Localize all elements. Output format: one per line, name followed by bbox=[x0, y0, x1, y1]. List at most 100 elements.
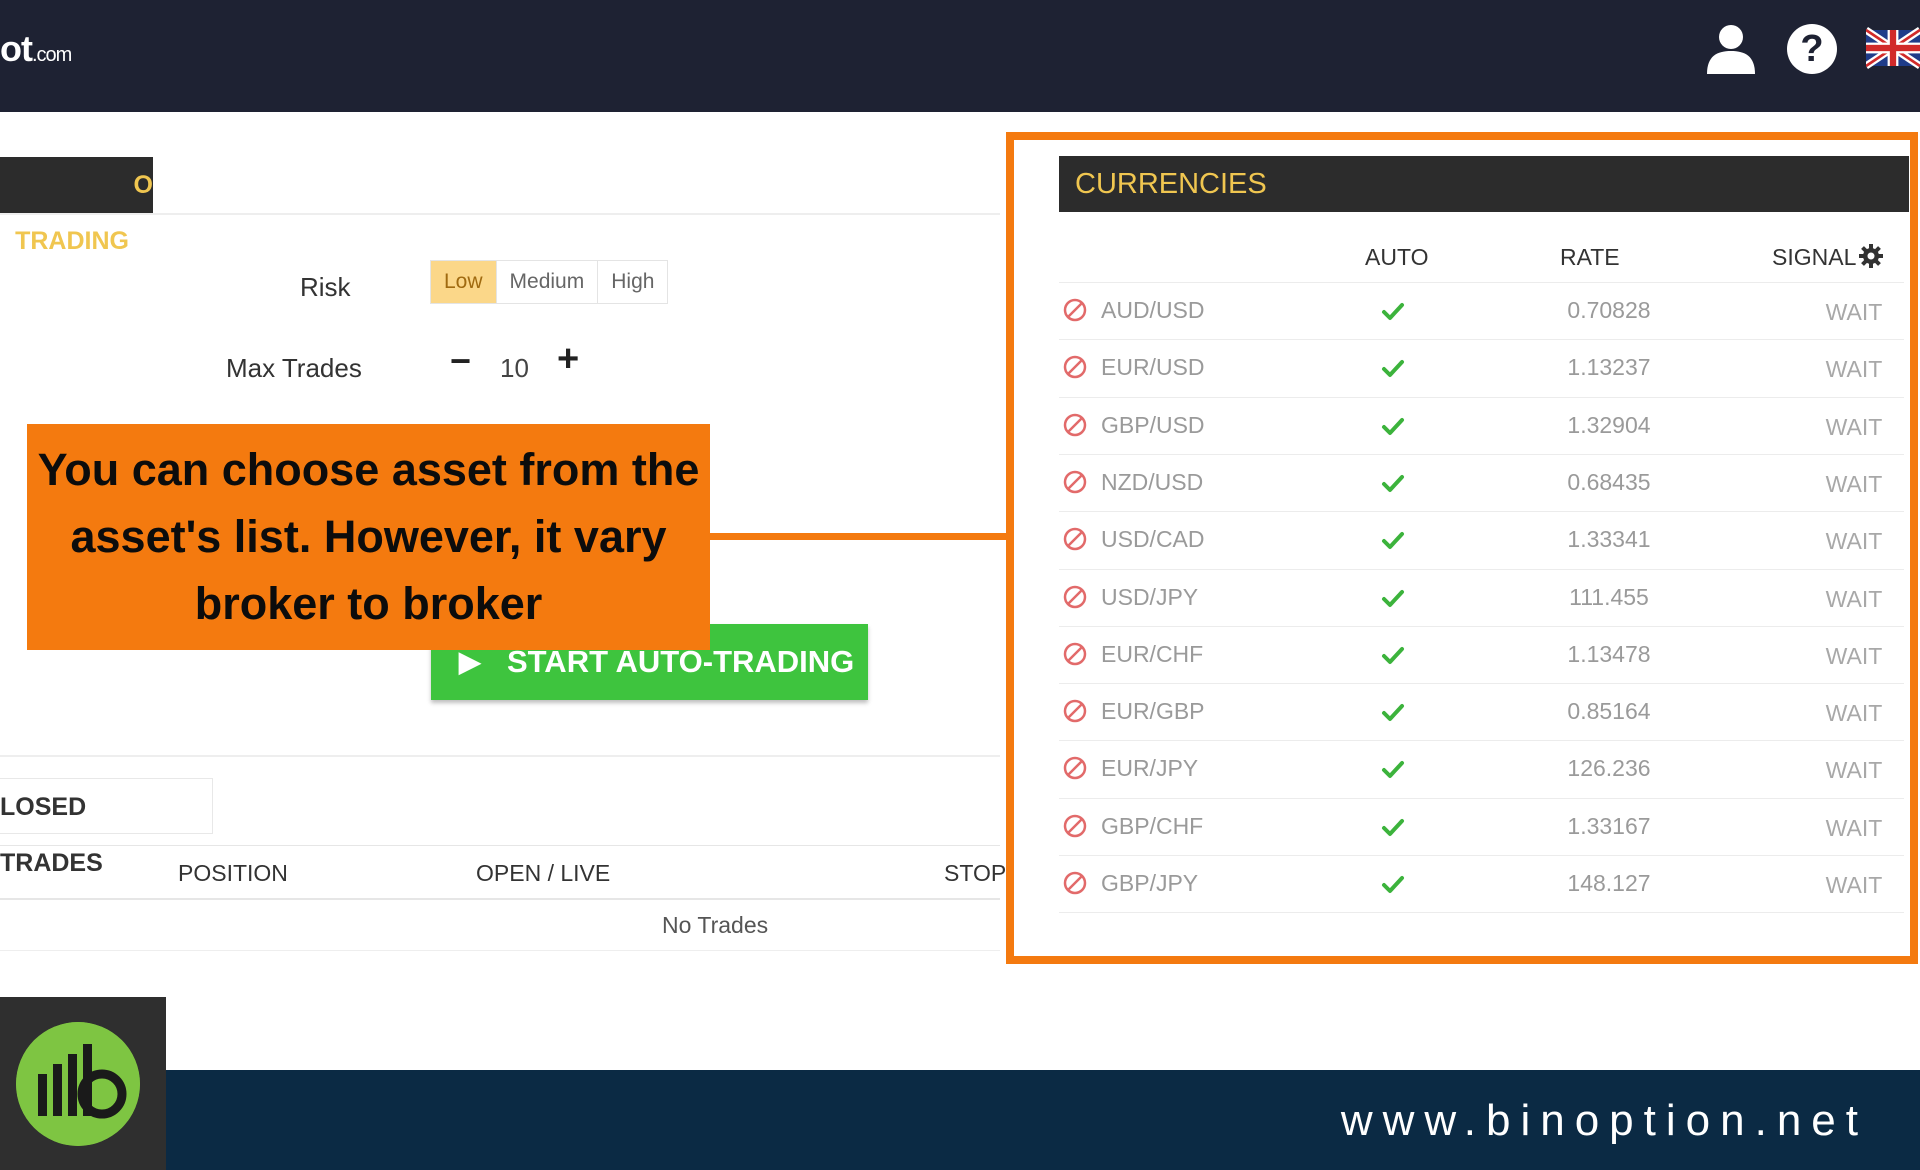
closed-tab-divider bbox=[0, 845, 1000, 846]
currency-pair: EUR/GBP bbox=[1101, 698, 1205, 725]
currency-pair: USD/CAD bbox=[1101, 526, 1205, 553]
max-trades-label: Max Trades bbox=[226, 353, 362, 383]
column-header-signal: SIGNAL bbox=[1772, 244, 1857, 270]
check-icon[interactable] bbox=[1379, 584, 1407, 612]
user-icon[interactable] bbox=[1703, 20, 1759, 76]
currency-row[interactable]: USD/CAD 1.33341 WAIT bbox=[1059, 511, 1904, 569]
risk-selector: Low Medium High bbox=[430, 260, 669, 304]
disabled-icon[interactable] bbox=[1062, 755, 1088, 781]
check-icon[interactable] bbox=[1379, 755, 1407, 783]
disabled-icon[interactable] bbox=[1062, 412, 1088, 438]
currency-rate: 1.13478 bbox=[1567, 640, 1651, 667]
currency-pair: GBP/CHF bbox=[1101, 812, 1204, 839]
check-icon[interactable] bbox=[1379, 870, 1407, 898]
top-bar: ot.com ? bbox=[0, 0, 1920, 112]
currency-pair: GBP/JPY bbox=[1101, 870, 1199, 896]
disabled-icon[interactable] bbox=[1062, 526, 1088, 552]
check-icon[interactable] bbox=[1379, 641, 1407, 669]
currency-row[interactable]: USD/JPY 111.455 WAIT bbox=[1059, 568, 1904, 627]
check-icon[interactable] bbox=[1379, 297, 1407, 325]
check-icon[interactable] bbox=[1379, 526, 1407, 554]
logo-text: ot bbox=[0, 28, 33, 69]
currency-pair: EUR/USD bbox=[1101, 354, 1205, 381]
currency-signal: WAIT bbox=[1825, 872, 1883, 898]
currency-signal: WAIT bbox=[1825, 814, 1883, 841]
section-divider bbox=[0, 755, 1000, 757]
site-logo[interactable]: ot.com bbox=[0, 28, 72, 70]
brand-logo-icon bbox=[16, 1022, 140, 1146]
max-trades-value: 10 bbox=[500, 353, 529, 383]
risk-option-low[interactable]: Low bbox=[431, 261, 497, 303]
column-header-auto: AUTO bbox=[1365, 244, 1429, 270]
logo-suffix: .com bbox=[31, 44, 72, 66]
gear-icon[interactable] bbox=[1859, 244, 1883, 268]
currency-signal: WAIT bbox=[1825, 642, 1883, 669]
risk-option-high[interactable]: High bbox=[598, 261, 667, 303]
currency-pair: EUR/CHF bbox=[1101, 640, 1204, 667]
empty-trades-message: No Trades bbox=[662, 912, 769, 938]
currencies-header: CURRENCIES bbox=[1059, 156, 1909, 212]
currency-rate: 0.68435 bbox=[1567, 468, 1651, 495]
table-bottom-line bbox=[0, 950, 1000, 951]
disabled-icon[interactable] bbox=[1062, 297, 1088, 323]
currencies-bottom-line bbox=[1059, 912, 1904, 913]
check-icon[interactable] bbox=[1379, 354, 1407, 382]
risk-option-medium[interactable]: Medium bbox=[497, 261, 599, 303]
currency-pair: USD/JPY bbox=[1101, 583, 1199, 610]
currency-row[interactable]: GBP/JPY 148.127 WAIT bbox=[1059, 855, 1904, 913]
uk-flag-icon[interactable] bbox=[1866, 26, 1920, 70]
decrement-button[interactable]: − bbox=[450, 340, 471, 382]
currency-pair: NZD/USD bbox=[1101, 468, 1204, 495]
check-icon[interactable] bbox=[1379, 469, 1407, 497]
currency-pair: AUD/USD bbox=[1101, 297, 1205, 323]
currency-row[interactable]: EUR/GBP 0.85164 WAIT bbox=[1059, 683, 1904, 741]
currency-row[interactable]: AUD/USD 0.70828 WAIT bbox=[1059, 282, 1904, 340]
tab-divider bbox=[0, 213, 1000, 215]
currency-rate: 1.13237 bbox=[1567, 354, 1651, 381]
currency-signal: WAIT bbox=[1825, 757, 1883, 784]
check-icon[interactable] bbox=[1379, 698, 1407, 726]
callout-connector bbox=[710, 533, 1006, 540]
currency-row[interactable]: EUR/JPY 126.236 WAIT bbox=[1059, 740, 1904, 798]
column-header-rate: RATE bbox=[1560, 244, 1620, 270]
currency-rate: 148.127 bbox=[1567, 870, 1651, 896]
risk-label: Risk bbox=[300, 272, 351, 302]
currency-rate: 0.85164 bbox=[1567, 698, 1651, 725]
currency-row[interactable]: GBP/USD 1.32904 WAIT bbox=[1059, 396, 1904, 455]
header-divider bbox=[0, 898, 1000, 900]
disabled-icon[interactable] bbox=[1062, 354, 1088, 380]
currency-row[interactable]: GBP/CHF 1.33167 WAIT bbox=[1059, 797, 1904, 856]
currency-row[interactable]: EUR/CHF 1.13478 WAIT bbox=[1059, 625, 1904, 684]
currency-signal: WAIT bbox=[1825, 700, 1883, 727]
check-icon[interactable] bbox=[1379, 412, 1407, 440]
disabled-icon[interactable] bbox=[1062, 870, 1088, 896]
currency-rate: 1.33341 bbox=[1567, 526, 1651, 553]
currency-rate: 0.70828 bbox=[1567, 297, 1651, 323]
currency-rate: 111.455 bbox=[1569, 583, 1649, 610]
currency-signal: WAIT bbox=[1825, 585, 1883, 612]
disabled-icon[interactable] bbox=[1062, 698, 1088, 724]
tab-auto-trading[interactable]: O TRADING bbox=[0, 157, 153, 255]
disabled-icon[interactable] bbox=[1062, 584, 1088, 610]
currency-row[interactable]: EUR/USD 1.13237 WAIT bbox=[1059, 339, 1904, 397]
disabled-icon[interactable] bbox=[1062, 641, 1088, 667]
help-icon[interactable]: ? bbox=[1787, 24, 1837, 74]
currency-rate: 126.236 bbox=[1567, 755, 1651, 782]
currency-signal: WAIT bbox=[1825, 528, 1883, 555]
disabled-icon[interactable] bbox=[1062, 469, 1088, 495]
currency-rate: 1.33167 bbox=[1567, 812, 1651, 839]
column-header-stop: STOP bbox=[944, 860, 1007, 886]
increment-button[interactable]: + bbox=[557, 338, 579, 381]
currency-signal: WAIT bbox=[1825, 413, 1883, 440]
check-icon[interactable] bbox=[1379, 813, 1407, 841]
currency-row[interactable]: NZD/USD 0.68435 WAIT bbox=[1059, 453, 1904, 512]
column-header-open-live: OPEN / LIVE bbox=[476, 860, 611, 886]
currency-rate: 1.32904 bbox=[1567, 411, 1651, 438]
tab-closed-trades[interactable]: LOSED TRADES bbox=[0, 778, 213, 877]
annotation-callout: You can choose asset from the asset's li… bbox=[27, 424, 710, 650]
currency-signal: WAIT bbox=[1825, 356, 1883, 383]
disabled-icon[interactable] bbox=[1062, 813, 1088, 839]
tab-closed-trades-label: LOSED TRADES bbox=[0, 793, 103, 877]
footer-url: www.binoption.net bbox=[1340, 1096, 1868, 1145]
column-header-position: POSITION bbox=[178, 860, 288, 886]
